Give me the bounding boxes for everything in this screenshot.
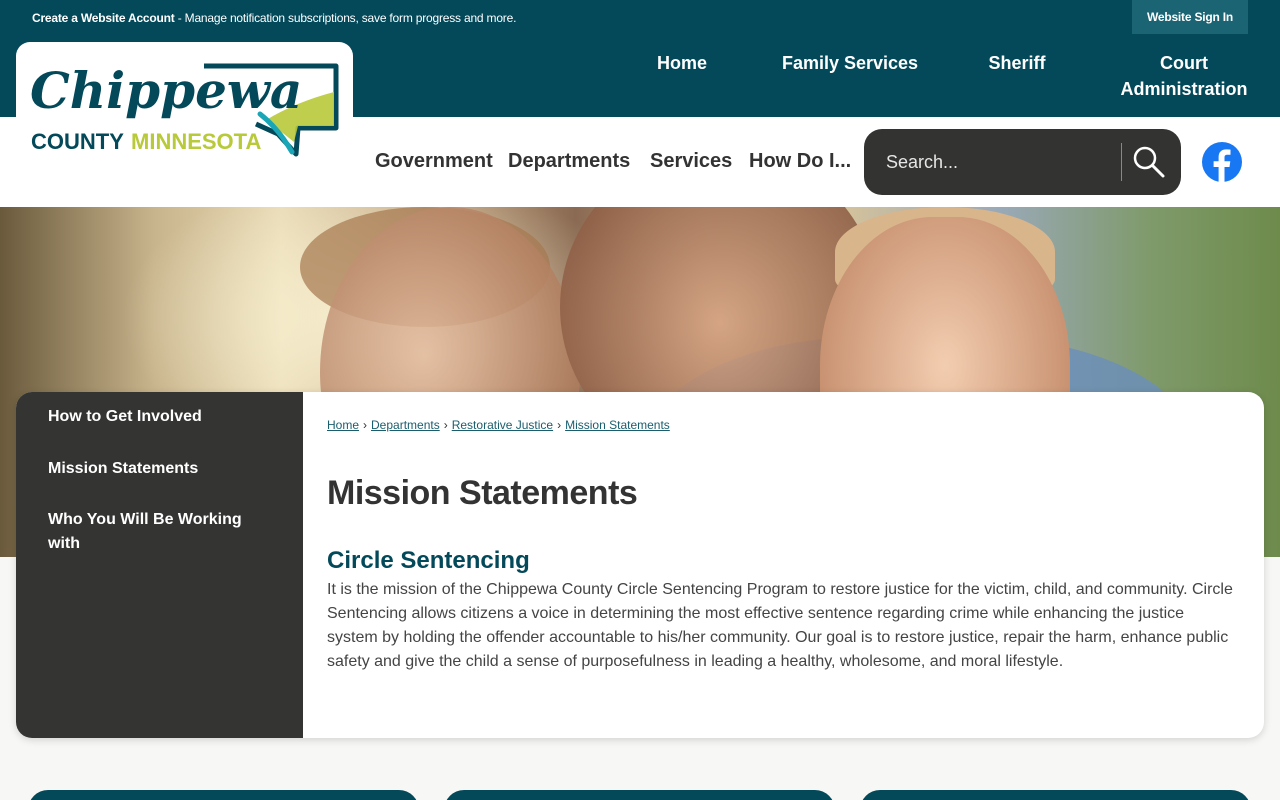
sidebar-item-how-to-get-involved[interactable]: How to Get Involved bbox=[48, 405, 268, 429]
search-box bbox=[864, 129, 1181, 195]
topnav-administration-line: Administration bbox=[1120, 79, 1248, 99]
search-icon[interactable] bbox=[1132, 145, 1166, 179]
search-input[interactable] bbox=[886, 147, 1106, 177]
breadcrumb-home[interactable]: Home bbox=[327, 418, 359, 432]
mainnav-how-do-i[interactable]: How Do I... bbox=[749, 150, 851, 173]
topnav-court-line: Court bbox=[1160, 53, 1208, 73]
facebook-icon[interactable] bbox=[1202, 142, 1242, 182]
search-divider bbox=[1121, 143, 1122, 181]
sidebar-item-who-you-will-be-working-with[interactable]: Who You Will Be Working with bbox=[48, 508, 268, 556]
breadcrumb-separator: › bbox=[443, 418, 448, 432]
section-title: Circle Sentencing bbox=[327, 547, 530, 574]
sidebar-item-mission-statements[interactable]: Mission Statements bbox=[48, 457, 268, 481]
bottom-panel-2 bbox=[444, 790, 835, 800]
content-card: How to Get Involved Mission Statements W… bbox=[16, 392, 1264, 738]
website-sign-in-button[interactable]: Website Sign In bbox=[1132, 0, 1248, 34]
sidebar-nav: How to Get Involved Mission Statements W… bbox=[16, 392, 303, 738]
breadcrumb-separator: › bbox=[557, 418, 562, 432]
mission-paragraph: It is the mission of the Chippewa County… bbox=[327, 581, 1233, 670]
mainnav-services[interactable]: Services bbox=[650, 150, 732, 173]
breadcrumb-separator: › bbox=[363, 418, 368, 432]
county-logo[interactable]: Chippewa COUNTY MINNESOTA bbox=[16, 42, 353, 162]
topnav-court-administration[interactable]: Court Administration bbox=[1112, 50, 1256, 102]
logo-graphic: Chippewa COUNTY MINNESOTA bbox=[30, 61, 339, 157]
topnav-sheriff[interactable]: Sheriff bbox=[972, 50, 1062, 76]
utility-bar: Create a Website Account - Manage notifi… bbox=[0, 0, 1280, 36]
mainnav-government[interactable]: Government bbox=[375, 150, 493, 173]
account-notice-text: - Manage notification subscriptions, sav… bbox=[174, 11, 517, 25]
logo-script-text: Chippewa bbox=[30, 61, 302, 120]
topnav-family-services[interactable]: Family Services bbox=[772, 50, 928, 76]
logo-state-text: MINNESOTA bbox=[131, 129, 261, 154]
breadcrumb-departments[interactable]: Departments bbox=[371, 418, 440, 432]
bottom-panel-1 bbox=[28, 790, 419, 800]
breadcrumb: Home › Departments › Restorative Justice › Mis… bbox=[327, 418, 670, 432]
breadcrumb-mission-statements[interactable]: Mission Statements bbox=[565, 418, 670, 432]
mainnav-departments[interactable]: Departments bbox=[508, 150, 630, 173]
breadcrumb-restorative-justice[interactable]: Restorative Justice bbox=[452, 418, 553, 432]
page-title: Mission Statements bbox=[327, 474, 638, 512]
create-account-link[interactable]: Create a Website Account bbox=[32, 11, 175, 25]
topnav-home[interactable]: Home bbox=[642, 50, 722, 76]
bottom-panel-3 bbox=[860, 790, 1251, 800]
logo-county-text: COUNTY bbox=[31, 129, 124, 154]
account-notice[interactable]: Create a Website Account - Manage notifi… bbox=[32, 11, 516, 25]
